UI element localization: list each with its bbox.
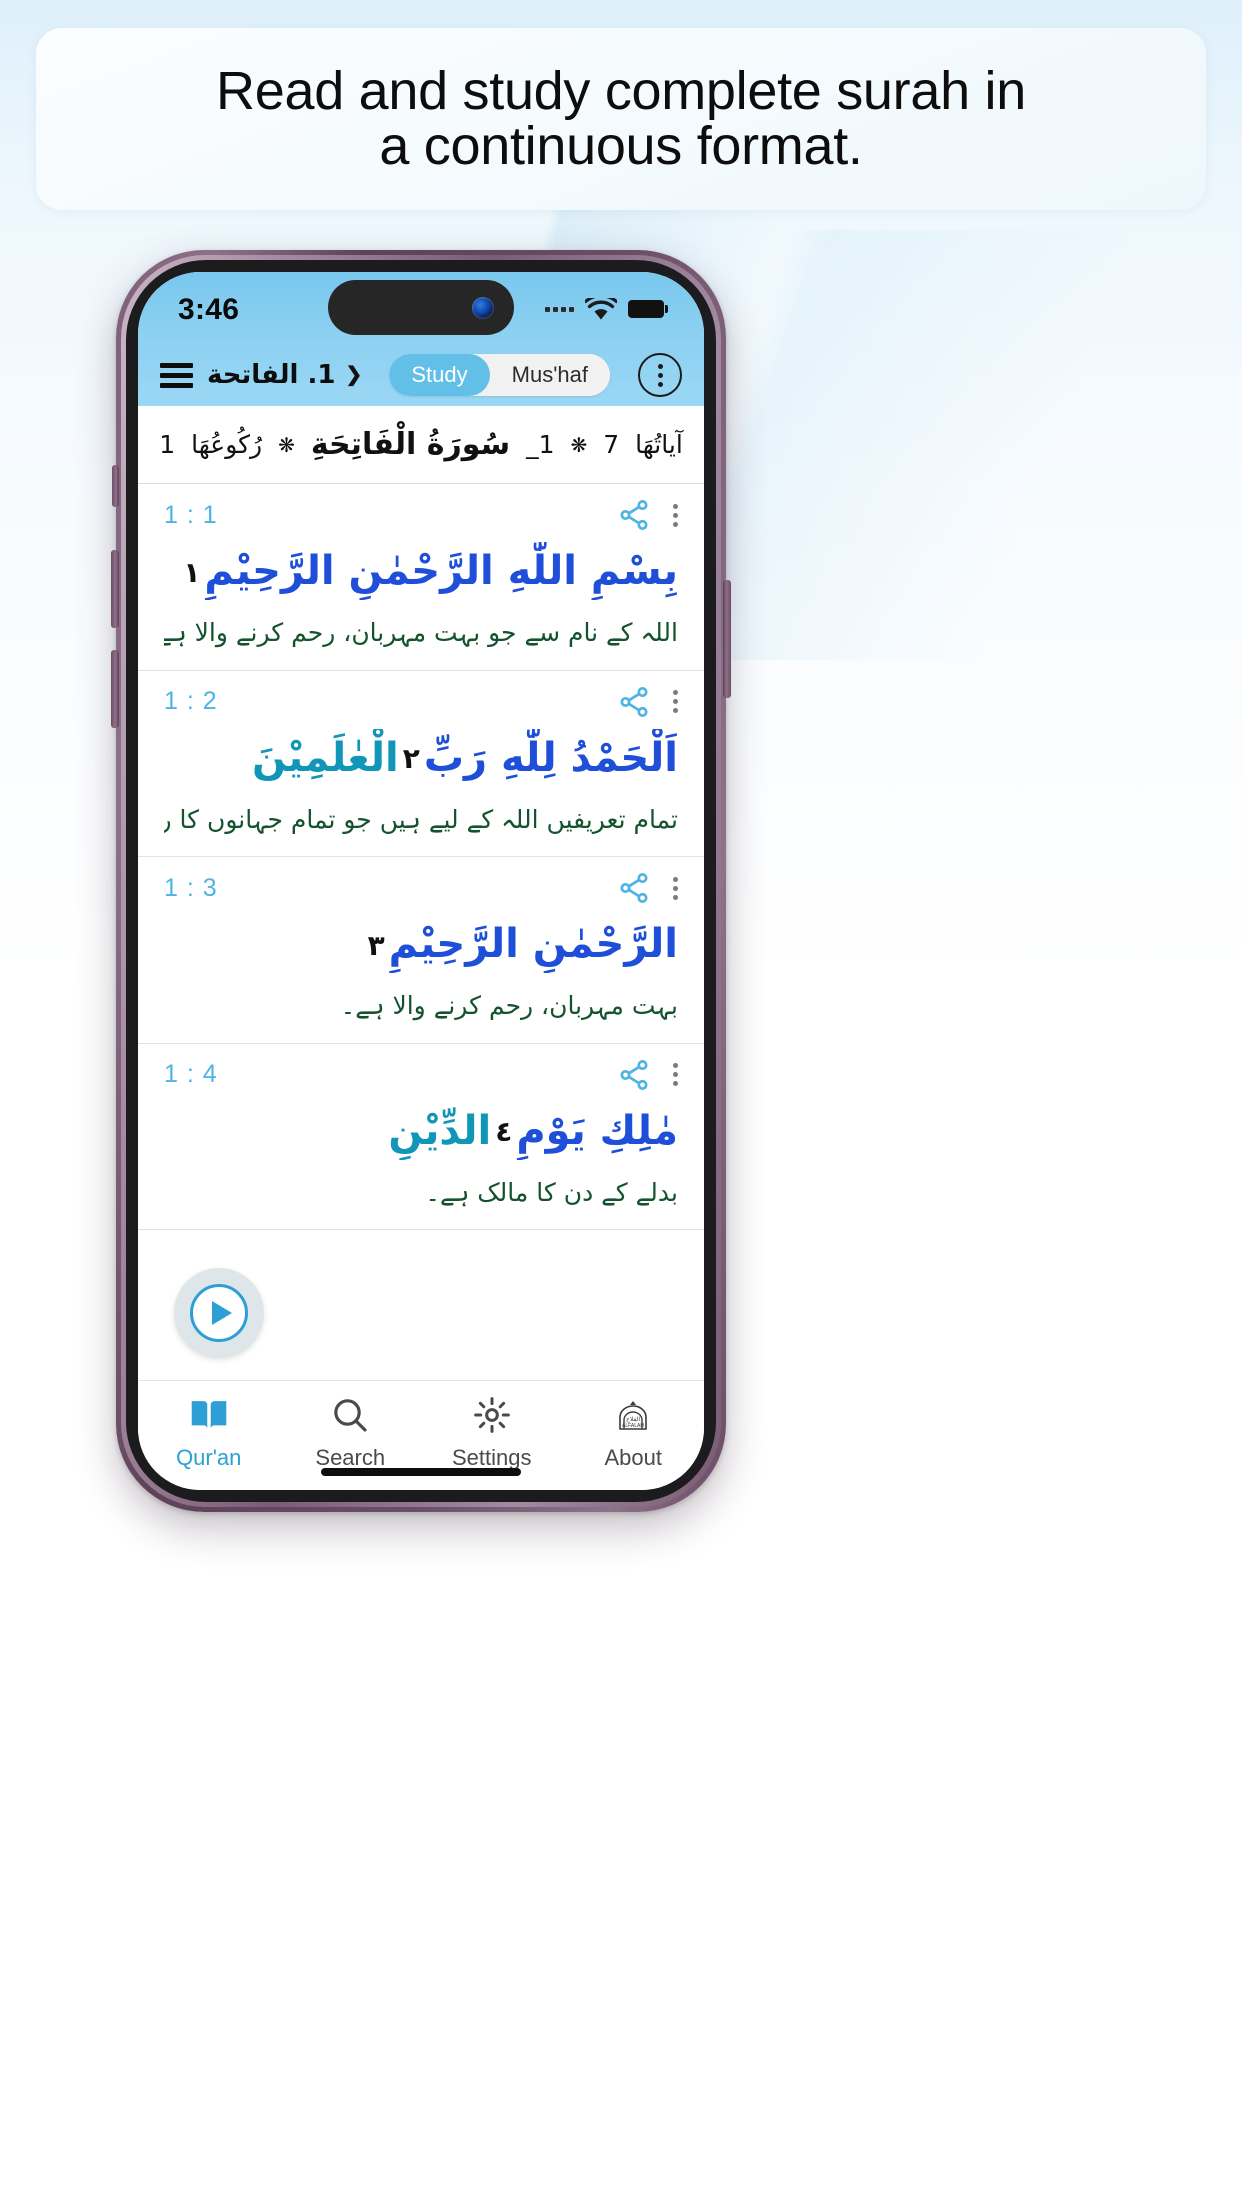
share-icon[interactable] xyxy=(617,871,651,905)
ayah-urdu-translation: اللہ کے نام سے جو بہت مہربان، رحم کرنے و… xyxy=(164,618,678,647)
tab-mushaf[interactable]: Mus'haf xyxy=(489,354,610,396)
phone-volume-down-button[interactable] xyxy=(111,650,119,728)
caption-line-1: Read and study complete surah in xyxy=(216,60,1026,121)
ayah-arabic-text: الرَّحْمٰنِ الرَّحِيْمِ٣ xyxy=(164,915,678,973)
ayah-actions xyxy=(617,685,678,719)
play-audio-button[interactable] xyxy=(174,1268,264,1358)
ayah-marker: ٤ xyxy=(495,1115,513,1149)
ayah-urdu-translation: تمام تعریفیں اللہ کے لیے ہیں جو تمام جہا… xyxy=(164,804,678,834)
ayah-arabic-text: بِسْمِ اللّٰهِ الرَّحْمٰنِ الرَّحِيْمِ١ xyxy=(164,542,678,600)
alfalah-logo-icon: الفلاح ALFALAH xyxy=(611,1393,655,1437)
caption-text: Read and study complete surah in a conti… xyxy=(176,60,1066,176)
phone-mute-switch[interactable] xyxy=(112,465,119,507)
surah-ayah-count-label: آياتُهَا xyxy=(635,430,683,459)
surah-ruku-label: رُكُوعُهَا xyxy=(191,430,263,459)
kebab-menu-icon[interactable] xyxy=(638,353,682,397)
ayah-arabic-secondary: الدِّيْنِ xyxy=(388,1107,492,1154)
front-camera-icon xyxy=(472,296,494,319)
ayah-marker: ٣ xyxy=(367,928,385,962)
kebab-menu-icon[interactable] xyxy=(673,1063,678,1086)
share-icon[interactable] xyxy=(617,498,651,532)
ayah-arabic-main: الرَّحْمٰنِ الرَّحِيْمِ xyxy=(388,921,678,967)
surah-ruku-count: 1 xyxy=(159,430,176,459)
kebab-menu-icon[interactable] xyxy=(673,690,678,713)
home-indicator[interactable] xyxy=(321,1468,521,1476)
ayah-item: 1 : 1 بِسْمِ اللّٰهِ الرَّحْمٰنِ الرَّحِ… xyxy=(138,484,704,671)
caption-card: Read and study complete surah in a conti… xyxy=(36,28,1206,210)
ayah-reference: 1 : 4 xyxy=(164,1060,218,1088)
star-ornament-icon: ❋ xyxy=(570,432,588,457)
ayah-actions xyxy=(617,871,678,905)
share-icon[interactable] xyxy=(617,1058,651,1092)
ayah-list[interactable]: 1 : 1 بِسْمِ اللّٰهِ الرَّحْمٰنِ الرَّحِ… xyxy=(138,484,704,1380)
app-bar: 1. الفاتحة ❯ Study Mus'haf xyxy=(138,344,704,406)
battery-full-icon xyxy=(628,300,668,318)
surah-header: آياتُهَا 7 ❋ 1_ سُورَةُ الْفَاتِحَةِ ❋ ر… xyxy=(138,406,704,484)
ayah-actions xyxy=(617,498,678,532)
ayah-header: 1 : 3 xyxy=(164,871,678,905)
ayah-reference: 1 : 1 xyxy=(164,500,218,529)
svg-text:ALFALAH: ALFALAH xyxy=(622,1423,644,1429)
wifi-icon xyxy=(585,297,617,321)
ayah-arabic-main: بِسْمِ اللّٰهِ الرَّحْمٰنِ الرَّحِيْمِ xyxy=(204,548,678,594)
phone-volume-up-button[interactable] xyxy=(111,550,119,628)
ayah-marker: ١ xyxy=(183,555,201,589)
star-ornament-icon-2: ❋ xyxy=(278,432,295,457)
phone-screen: 3:46 1. الفاتحة ❯ Study Mus'haf آياتُهَا… xyxy=(138,272,704,1490)
ayah-urdu-translation: بدلے کے دن کا مالک ہے۔ xyxy=(425,1177,678,1207)
tab-settings[interactable]: Settings xyxy=(421,1393,563,1471)
surah-selector[interactable]: 1. الفاتحة ❯ xyxy=(207,360,362,390)
phone-mockup: 3:46 1. الفاتحة ❯ Study Mus'haf آياتُهَا… xyxy=(111,250,731,1512)
ayah-reference: 1 : 3 xyxy=(164,873,218,902)
tab-search[interactable]: Search xyxy=(280,1393,422,1471)
ayah-item: 1 : 4 مٰلِكِ يَوْمِ٤الدِّيْنِ بدلے کے دن… xyxy=(138,1044,704,1230)
play-icon xyxy=(190,1284,248,1342)
ayah-item: 1 : 3 الرَّحْمٰنِ الرَّحِيْمِ٣ بہت مہربا… xyxy=(138,857,704,1044)
ayah-item: 1 : 2 اَلْحَمْدُ لِلّٰهِ رَبِّ٢الْعٰلَمِ… xyxy=(138,671,704,857)
ayah-urdu-translation: بہت مہربان، رحم کرنے والا ہے۔ xyxy=(340,991,678,1020)
tab-label: About xyxy=(604,1445,663,1470)
ayah-arabic-secondary: الْعٰلَمِيْنَ xyxy=(251,734,399,781)
ayah-header: 1 : 4 xyxy=(164,1058,678,1092)
tab-study[interactable]: Study xyxy=(389,354,490,396)
ayah-actions xyxy=(617,1058,678,1092)
caption-line-2: a continuous format. xyxy=(379,116,863,176)
ayah-arabic-text: اَلْحَمْدُ لِلّٰهِ رَبِّ٢الْعٰلَمِيْنَ xyxy=(164,729,678,787)
dynamic-island xyxy=(328,280,514,335)
surah-title: سُورَةُ الْفَاتِحَةِ xyxy=(310,427,511,462)
book-icon xyxy=(188,1393,230,1437)
surah-selector-label: 1. الفاتحة xyxy=(207,360,336,390)
ayah-arabic-main: مٰلِكِ يَوْمِ xyxy=(516,1107,678,1154)
kebab-menu-icon[interactable] xyxy=(673,503,678,527)
gear-icon xyxy=(472,1393,512,1437)
kebab-menu-icon[interactable] xyxy=(673,876,678,900)
chevron-down-icon: ❯ xyxy=(345,364,363,386)
svg-text:الفلاح: الفلاح xyxy=(626,1416,640,1423)
surah-number: 1_ xyxy=(526,430,555,459)
hamburger-menu-icon[interactable] xyxy=(160,362,193,388)
ayah-header: 1 : 1 xyxy=(164,498,678,532)
ayah-arabic-main: اَلْحَمْدُ لِلّٰهِ رَبِّ xyxy=(423,734,678,781)
ayah-header: 1 : 2 xyxy=(164,685,678,719)
ayah-arabic-text: مٰلِكِ يَوْمِ٤الدِّيْنِ xyxy=(164,1102,678,1160)
ayah-marker: ٢ xyxy=(402,742,420,776)
view-mode-toggle[interactable]: Study Mus'haf xyxy=(389,354,610,396)
status-indicators xyxy=(545,297,668,321)
tab-about[interactable]: الفلاح ALFALAH About xyxy=(563,1393,705,1471)
share-icon[interactable] xyxy=(617,685,651,719)
phone-power-button[interactable] xyxy=(723,580,731,698)
status-time: 3:46 xyxy=(178,293,240,326)
tab-quran[interactable]: Qur'an xyxy=(138,1393,280,1471)
search-icon xyxy=(330,1393,370,1437)
surah-ayah-count: 7 xyxy=(603,430,620,459)
tab-label: Qur'an xyxy=(176,1445,242,1470)
signal-dots-icon xyxy=(545,306,574,312)
ayah-reference: 1 : 2 xyxy=(164,687,218,715)
status-bar: 3:46 xyxy=(138,272,704,344)
